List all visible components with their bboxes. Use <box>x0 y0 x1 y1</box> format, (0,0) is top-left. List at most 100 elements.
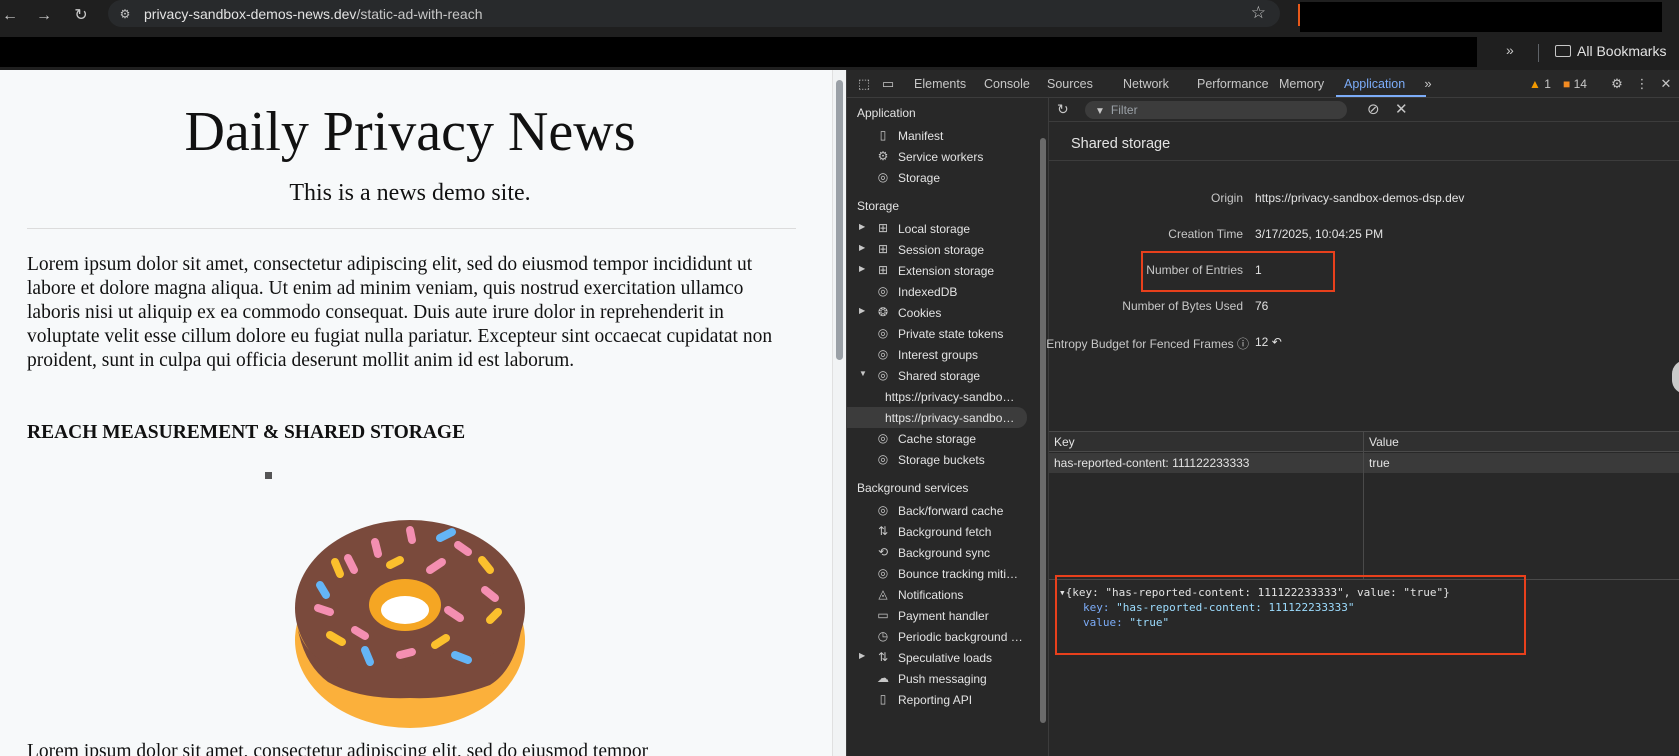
sidebar-scrollbar[interactable] <box>1038 126 1048 726</box>
sidebar-item-private-state-tokens[interactable]: ◎ Private state tokens <box>847 323 1032 344</box>
clock-icon: ◷ <box>877 629 889 643</box>
sidebar-item-service-workers[interactable]: ⚙ Service workers <box>847 146 1032 167</box>
database-icon: ◎ <box>877 503 889 517</box>
scrollbar-thumb[interactable] <box>1040 138 1046 723</box>
tab-memory[interactable]: Memory <box>1279 77 1324 91</box>
delete-selected-icon[interactable]: ✕ <box>1395 100 1408 118</box>
document-icon: ▯ <box>879 128 887 142</box>
sidebar-item-shared-storage-origin-1[interactable]: https://privacy-sandbo… <box>847 386 1032 407</box>
issue-icon: ■ <box>1563 77 1571 91</box>
database-icon: ◎ <box>877 284 889 298</box>
entropy-budget-value: 12 ↶ <box>1255 335 1282 349</box>
cell-key[interactable]: has-reported-content: 111122233333 <box>1054 456 1249 470</box>
sidebar-item-storage-buckets[interactable]: ◎ Storage buckets <box>847 449 1032 470</box>
more-options-icon[interactable]: ⋮ <box>1633 75 1651 93</box>
sidebar-item-extension-storage[interactable]: ▶ ⊞ Extension storage <box>847 260 1032 281</box>
sidebar-item-local-storage[interactable]: ▶ ⊞ Local storage <box>847 218 1032 239</box>
settings-gear-icon[interactable]: ⚙ <box>1608 75 1626 93</box>
address-bar[interactable]: ⚙ privacy-sandbox-demos-news.dev/static-… <box>108 0 1280 27</box>
inspect-element-icon[interactable]: ⬚ <box>855 75 873 93</box>
database-icon: ◎ <box>877 170 889 184</box>
reload-icon[interactable]: ↻ <box>67 2 95 30</box>
sidebar-item-push-messaging[interactable]: ☁ Push messaging <box>847 668 1032 689</box>
sidebar-item-indexeddb[interactable]: ◎ IndexedDB <box>847 281 1032 302</box>
expand-arrow-icon[interactable]: ▶ <box>859 264 865 273</box>
tab-application[interactable]: Application <box>1344 77 1405 91</box>
sidebar-item-interest-groups[interactable]: ◎ Interest groups <box>847 344 1032 365</box>
scrollbar-thumb[interactable] <box>836 80 843 360</box>
database-icon: ◎ <box>877 368 889 382</box>
creation-time-label: Creation Time <box>1168 227 1243 241</box>
filter-icon: ▼ <box>1095 106 1105 117</box>
all-bookmarks-button[interactable]: All Bookmarks <box>1555 43 1666 59</box>
filter-input[interactable]: ▼ Filter <box>1085 101 1347 119</box>
info-icon[interactable]: ⓘ <box>1237 337 1249 351</box>
device-toolbar-icon[interactable]: ▭ <box>879 75 897 93</box>
site-info-icon[interactable]: ⚙ <box>116 5 134 23</box>
sidebar-item-storage[interactable]: ◎ Storage <box>847 167 1032 188</box>
sidebar-item-manifest[interactable]: ▯ Manifest <box>847 125 1032 146</box>
tracking-pixel <box>265 472 272 479</box>
column-header-value[interactable]: Value <box>1369 435 1399 449</box>
table-row[interactable]: has-reported-content: 111122233333 true <box>1049 453 1679 473</box>
warnings-badge[interactable]: ▲ 1 <box>1529 77 1551 91</box>
article-paragraph: Lorem ipsum dolor sit amet, consectetur … <box>27 254 773 371</box>
clear-all-icon[interactable]: ⊘ <box>1367 100 1380 118</box>
active-tab-indicator <box>1336 95 1426 97</box>
back-icon[interactable]: ← <box>0 2 24 30</box>
page-scrollbar[interactable] <box>832 70 846 756</box>
bookmarks-separator <box>1538 44 1539 62</box>
sidebar-item-session-storage[interactable]: ▶ ⊞ Session storage <box>847 239 1032 260</box>
sidebar-item-shared-storage[interactable]: ▼ ◎ Shared storage <box>847 365 1032 386</box>
database-icon: ◎ <box>877 452 889 466</box>
sidebar-item-back-forward-cache[interactable]: ◎ Back/forward cache <box>847 500 1032 521</box>
warning-icon: ▲ <box>1529 77 1541 91</box>
expand-arrow-icon[interactable]: ▶ <box>859 243 865 252</box>
expand-arrow-icon[interactable]: ▶ <box>859 222 865 231</box>
sidebar-item-periodic-background-sync[interactable]: ◷ Periodic background … <box>847 626 1032 647</box>
table-icon: ⊞ <box>877 242 889 256</box>
table-icon: ⊞ <box>877 263 889 277</box>
sidebar-item-speculative-loads[interactable]: ▶ ⇅ Speculative loads <box>847 647 1032 668</box>
sidebar-item-shared-storage-origin-2[interactable]: https://privacy-sandbo… <box>847 407 1027 428</box>
column-header-key[interactable]: Key <box>1054 435 1075 449</box>
cookie-icon: ❂ <box>877 305 889 319</box>
more-tabs-icon[interactable]: » <box>1419 75 1437 93</box>
cell-value[interactable]: true <box>1369 456 1390 470</box>
sidebar-item-notifications[interactable]: ◬ Notifications <box>847 584 1032 605</box>
tab-elements[interactable]: Elements <box>914 77 966 91</box>
tab-console[interactable]: Console <box>984 77 1030 91</box>
all-bookmarks-label: All Bookmarks <box>1577 43 1667 59</box>
bytes-used-label: Number of Bytes Used <box>1122 299 1243 313</box>
tab-performance[interactable]: Performance <box>1197 77 1269 91</box>
tab-sources[interactable]: Sources <box>1047 77 1093 91</box>
issues-badge[interactable]: ■ 14 <box>1563 77 1587 91</box>
sidebar-item-background-sync[interactable]: ⟲ Background sync <box>847 542 1032 563</box>
sidebar-item-background-fetch[interactable]: ⇅ Background fetch <box>847 521 1032 542</box>
chevron-more-icon[interactable]: » <box>1506 42 1514 58</box>
sidebar-item-cache-storage[interactable]: ◎ Cache storage <box>847 428 1032 449</box>
collapse-arrow-icon[interactable]: ▼ <box>859 369 867 378</box>
close-devtools-icon[interactable]: ✕ <box>1657 75 1675 93</box>
bookmark-star-icon[interactable]: ☆ <box>1251 3 1266 23</box>
tab-network[interactable]: Network <box>1123 77 1169 91</box>
sync-icon: ⟲ <box>877 545 889 559</box>
arrows-updown-icon: ⇅ <box>877 524 889 538</box>
storage-toolbar: ↻ ▼ Filter ⊘ ✕ <box>1049 98 1679 122</box>
reset-budget-icon[interactable]: ↶ <box>1272 335 1282 349</box>
document-icon: ▯ <box>879 692 887 706</box>
sidebar-item-bounce-tracking[interactable]: ◎ Bounce tracking miti… <box>847 563 1032 584</box>
donut-ad-image[interactable] <box>290 490 530 755</box>
forward-icon[interactable]: → <box>30 2 58 30</box>
refresh-icon[interactable]: ↻ <box>1057 101 1069 118</box>
url-text[interactable]: privacy-sandbox-demos-news.dev/static-ad… <box>144 6 482 22</box>
expand-arrow-icon[interactable]: ▶ <box>859 651 865 660</box>
expand-arrow-icon[interactable]: ▶ <box>859 306 865 315</box>
panel-title: Shared storage <box>1071 136 1171 152</box>
sidebar-item-cookies[interactable]: ▶ ❂ Cookies <box>847 302 1032 323</box>
sidebar-item-payment-handler[interactable]: ▭ Payment handler <box>847 605 1032 626</box>
origin-label: Origin <box>1210 191 1243 205</box>
section-heading: REACH MEASUREMENT & SHARED STORAGE <box>27 422 466 443</box>
sidebar-item-reporting-api[interactable]: ▯ Reporting API <box>847 689 1032 710</box>
bytes-used-value: 76 <box>1255 299 1269 313</box>
